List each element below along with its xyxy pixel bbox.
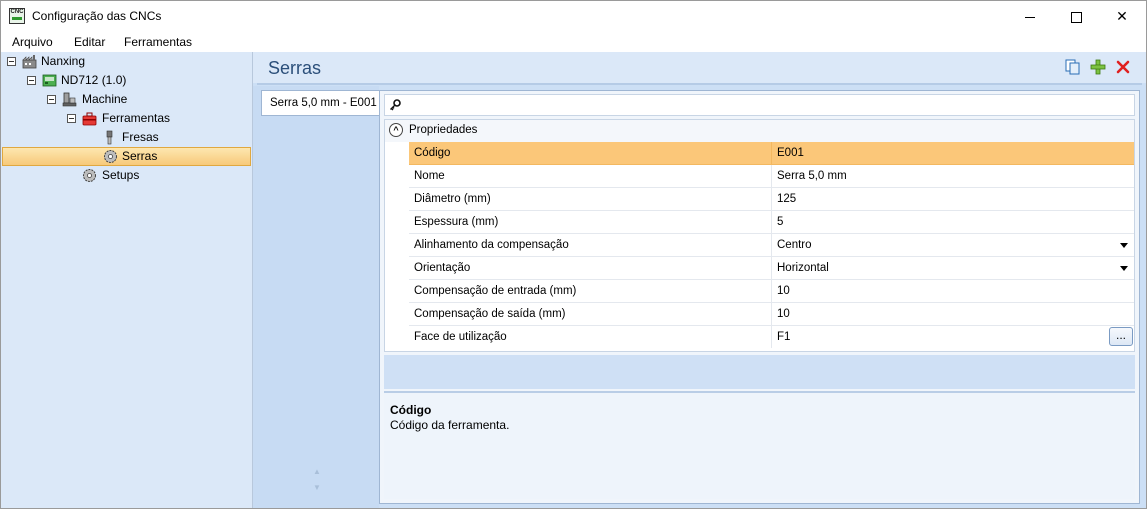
key-icon — [390, 99, 401, 111]
delete-button[interactable] — [1114, 59, 1132, 77]
property-name: Diâmetro (mm) — [414, 193, 491, 205]
ellipsis-button[interactable]: ... — [1109, 327, 1133, 346]
cnc-app-icon: CNC — [9, 8, 25, 24]
property-value[interactable]: Centro — [777, 239, 812, 251]
copy-icon — [1065, 59, 1080, 75]
property-row-orientacao[interactable]: Orientação Horizontal — [409, 257, 1134, 280]
description-panel: Código Código da ferramenta. — [384, 391, 1135, 499]
header-divider — [257, 83, 1142, 85]
category-label: Propriedades — [409, 124, 478, 136]
property-name: Compensação de entrada (mm) — [414, 285, 577, 297]
scroll-down-icon[interactable]: ▼ — [313, 484, 321, 492]
description-title: Código — [390, 403, 432, 417]
property-row-compensacao-entrada[interactable]: Compensação de entrada (mm) 10 — [409, 280, 1134, 303]
title-bar: CNC Configuração das CNCs ✕ — [1, 1, 1146, 32]
menu-ferramentas[interactable]: Ferramentas — [124, 35, 192, 49]
minimize-icon — [1025, 16, 1035, 18]
scroll-up-icon[interactable]: ▲ — [313, 468, 321, 476]
dropdown-arrow-icon[interactable] — [1120, 266, 1128, 271]
tree-node-drills[interactable]: Fresas — [1, 128, 251, 147]
collapse-icon[interactable] — [27, 76, 36, 85]
property-value[interactable]: 125 — [777, 193, 796, 205]
tree-node-machine-model[interactable]: ND712 (1.0) — [1, 71, 251, 90]
window-title: Configuração das CNCs — [32, 9, 162, 23]
dropdown-arrow-icon[interactable] — [1120, 243, 1128, 248]
machine-tree: Nanxing ND712 (1.0) Machine Ferramentas … — [1, 52, 253, 508]
minimize-button[interactable] — [1007, 1, 1053, 32]
plus-icon — [1090, 59, 1106, 75]
tree-label: Ferramentas — [102, 111, 171, 125]
collapse-icon[interactable] — [7, 57, 16, 66]
property-row-alinhamento[interactable]: Alinhamento da compensação Centro — [409, 234, 1134, 257]
grid-spacer — [384, 355, 1135, 389]
category-row[interactable]: ^ Propriedades — [385, 120, 1134, 142]
tab-serra-e001[interactable]: Serra 5,0 mm - E001 — [261, 90, 379, 116]
description-text: Código da ferramenta. — [390, 418, 510, 432]
tree-node-machine[interactable]: Machine — [1, 90, 251, 109]
property-row-diametro[interactable]: Diâmetro (mm) 125 — [409, 188, 1134, 211]
saw-blade-icon — [104, 150, 117, 163]
property-name: Orientação — [414, 262, 471, 274]
property-value[interactable]: Serra 5,0 mm — [777, 170, 847, 182]
tab-strip: Serra 5,0 mm - E001 ▲ ▼ — [253, 86, 379, 508]
delete-x-icon — [1116, 60, 1130, 74]
gear-icon — [83, 169, 96, 182]
collapse-icon[interactable] — [47, 95, 56, 104]
factory-icon — [22, 55, 37, 69]
property-value[interactable]: F1 — [777, 331, 790, 343]
add-button[interactable] — [1089, 59, 1107, 77]
property-value[interactable]: E001 — [777, 147, 804, 159]
maximize-button[interactable] — [1053, 1, 1099, 32]
tree-label: Machine — [82, 92, 128, 106]
property-name: Alinhamento da compensação — [414, 239, 569, 251]
tree-node-tools[interactable]: Ferramentas — [1, 109, 251, 128]
drill-bit-icon — [106, 130, 113, 145]
property-name: Código — [414, 147, 451, 159]
property-name: Nome — [414, 170, 445, 182]
property-value[interactable]: Horizontal — [777, 262, 829, 274]
collapse-icon[interactable] — [67, 114, 76, 123]
menu-bar: Arquivo Editar Ferramentas — [1, 32, 1146, 52]
machine-icon — [62, 92, 77, 107]
property-search[interactable] — [384, 94, 1135, 116]
tree-node-root[interactable]: Nanxing — [1, 52, 251, 71]
tree-node-saws[interactable]: Serras — [2, 147, 251, 166]
menu-arquivo[interactable]: Arquivo — [12, 35, 53, 49]
close-icon: ✕ — [1116, 8, 1128, 24]
tree-node-setups[interactable]: Setups — [1, 166, 251, 185]
page-title: Serras — [268, 58, 322, 78]
main-panel: Serras Serra 5,0 mm - E001 ▲ ▼ ^ Proprie… — [253, 52, 1146, 508]
toolbox-icon — [82, 112, 97, 126]
property-name: Espessura (mm) — [414, 216, 499, 228]
close-button[interactable]: ✕ — [1099, 1, 1145, 32]
maximize-icon — [1070, 11, 1082, 23]
property-row-codigo[interactable]: Código E001 — [409, 142, 1134, 165]
collapse-category-icon[interactable]: ^ — [389, 123, 403, 137]
property-name: Compensação de saída (mm) — [414, 308, 566, 320]
tree-label: Fresas — [122, 130, 159, 144]
property-row-face[interactable]: Face de utilização F1 ... — [409, 326, 1134, 349]
property-editor: ^ Propriedades Código E001 Nome Serra 5,… — [379, 90, 1140, 504]
property-name: Face de utilização — [414, 331, 507, 343]
property-row-espessura[interactable]: Espessura (mm) 5 — [409, 211, 1134, 234]
property-row-nome[interactable]: Nome Serra 5,0 mm — [409, 165, 1134, 188]
tree-label: Setups — [102, 168, 140, 182]
property-value[interactable]: 10 — [777, 308, 790, 320]
tree-label: Nanxing — [41, 54, 86, 68]
duplicate-button[interactable] — [1064, 59, 1082, 77]
property-value[interactable]: 5 — [777, 216, 783, 228]
property-value[interactable]: 10 — [777, 285, 790, 297]
tree-label: Serras — [122, 149, 158, 163]
property-grid: ^ Propriedades Código E001 Nome Serra 5,… — [384, 119, 1135, 352]
app-window: CNC Configuração das CNCs ✕ Arquivo Edit… — [0, 0, 1147, 509]
property-row-compensacao-saida[interactable]: Compensação de saída (mm) 10 — [409, 303, 1134, 326]
cnc-machine-icon — [42, 74, 57, 87]
menu-editar[interactable]: Editar — [74, 35, 105, 49]
section-header: Serras — [253, 52, 1146, 83]
tree-label: ND712 (1.0) — [61, 73, 127, 87]
